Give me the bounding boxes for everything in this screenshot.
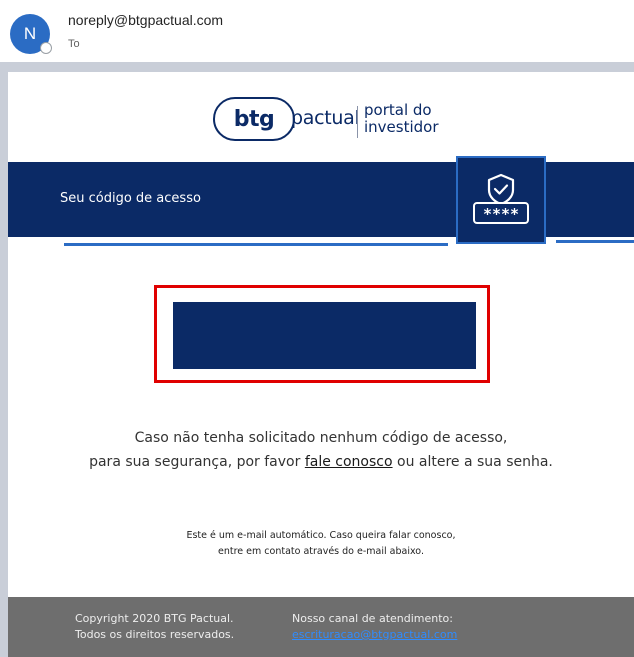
auto-note-line-1: Este é um e-mail automático. Caso queira… — [186, 530, 456, 541]
email-header: N noreply@btgpactual.com To — [0, 0, 634, 62]
avatar-initial: N — [23, 24, 37, 43]
contact-us-link[interactable]: fale conosco — [305, 454, 393, 470]
password-mask-text: **** — [483, 205, 519, 223]
notice-line-2: para sua segurança, por favor fale conos… — [8, 450, 634, 474]
btg-logo: btg pactual portal do investidor — [8, 72, 634, 162]
accent-line-left — [64, 243, 448, 246]
copyright-text: Copyright 2020 BTG Pactual. — [75, 612, 234, 625]
shield-check-password-icon: **** — [456, 156, 546, 244]
btg-logo-mark: btg — [213, 97, 295, 141]
support-email-link[interactable]: escrituracao@btgpactual.com — [292, 628, 457, 641]
email-footer: Copyright 2020 BTG Pactual. Todos os dir… — [8, 597, 634, 657]
presence-status-icon — [40, 42, 52, 54]
accent-line-right — [556, 240, 634, 243]
rights-text: Todos os direitos reservados. — [75, 628, 235, 641]
banner-title: Seu código de acesso — [60, 191, 201, 206]
portal-line-2: investidor — [364, 118, 439, 136]
shield-password-svg: **** — [473, 173, 529, 224]
portal-subtitle: portal do investidor — [364, 102, 439, 136]
footer-contact: Nosso canal de atendimento: escrituracao… — [292, 611, 457, 643]
auto-note-line-2: entre em contato através do e-mail abaix… — [218, 546, 424, 557]
brand-mark-text: btg — [233, 106, 275, 132]
portal-line-1: portal do — [364, 101, 432, 119]
notice-line-1: Caso não tenha solicitado nenhum código … — [134, 430, 508, 446]
notice-line-2-prefix: para sua segurança, por favor — [89, 454, 305, 470]
channel-label: Nosso canal de atendimento: — [292, 612, 453, 625]
brand-word: pactual — [291, 107, 360, 129]
email-card: btg pactual portal do investidor Seu cód… — [8, 72, 634, 657]
notice-line-2-suffix: ou altere a sua senha. — [392, 454, 553, 470]
access-code-box — [173, 302, 476, 369]
logo-divider — [357, 106, 358, 138]
footer-copyright: Copyright 2020 BTG Pactual. Todos os dir… — [75, 611, 234, 643]
automatic-email-note: Este é um e-mail automático. Caso queira… — [8, 528, 634, 560]
security-notice: Caso não tenha solicitado nenhum código … — [8, 426, 634, 474]
recipient-to-label: To — [68, 38, 80, 50]
sender-address[interactable]: noreply@btgpactual.com — [68, 12, 223, 28]
